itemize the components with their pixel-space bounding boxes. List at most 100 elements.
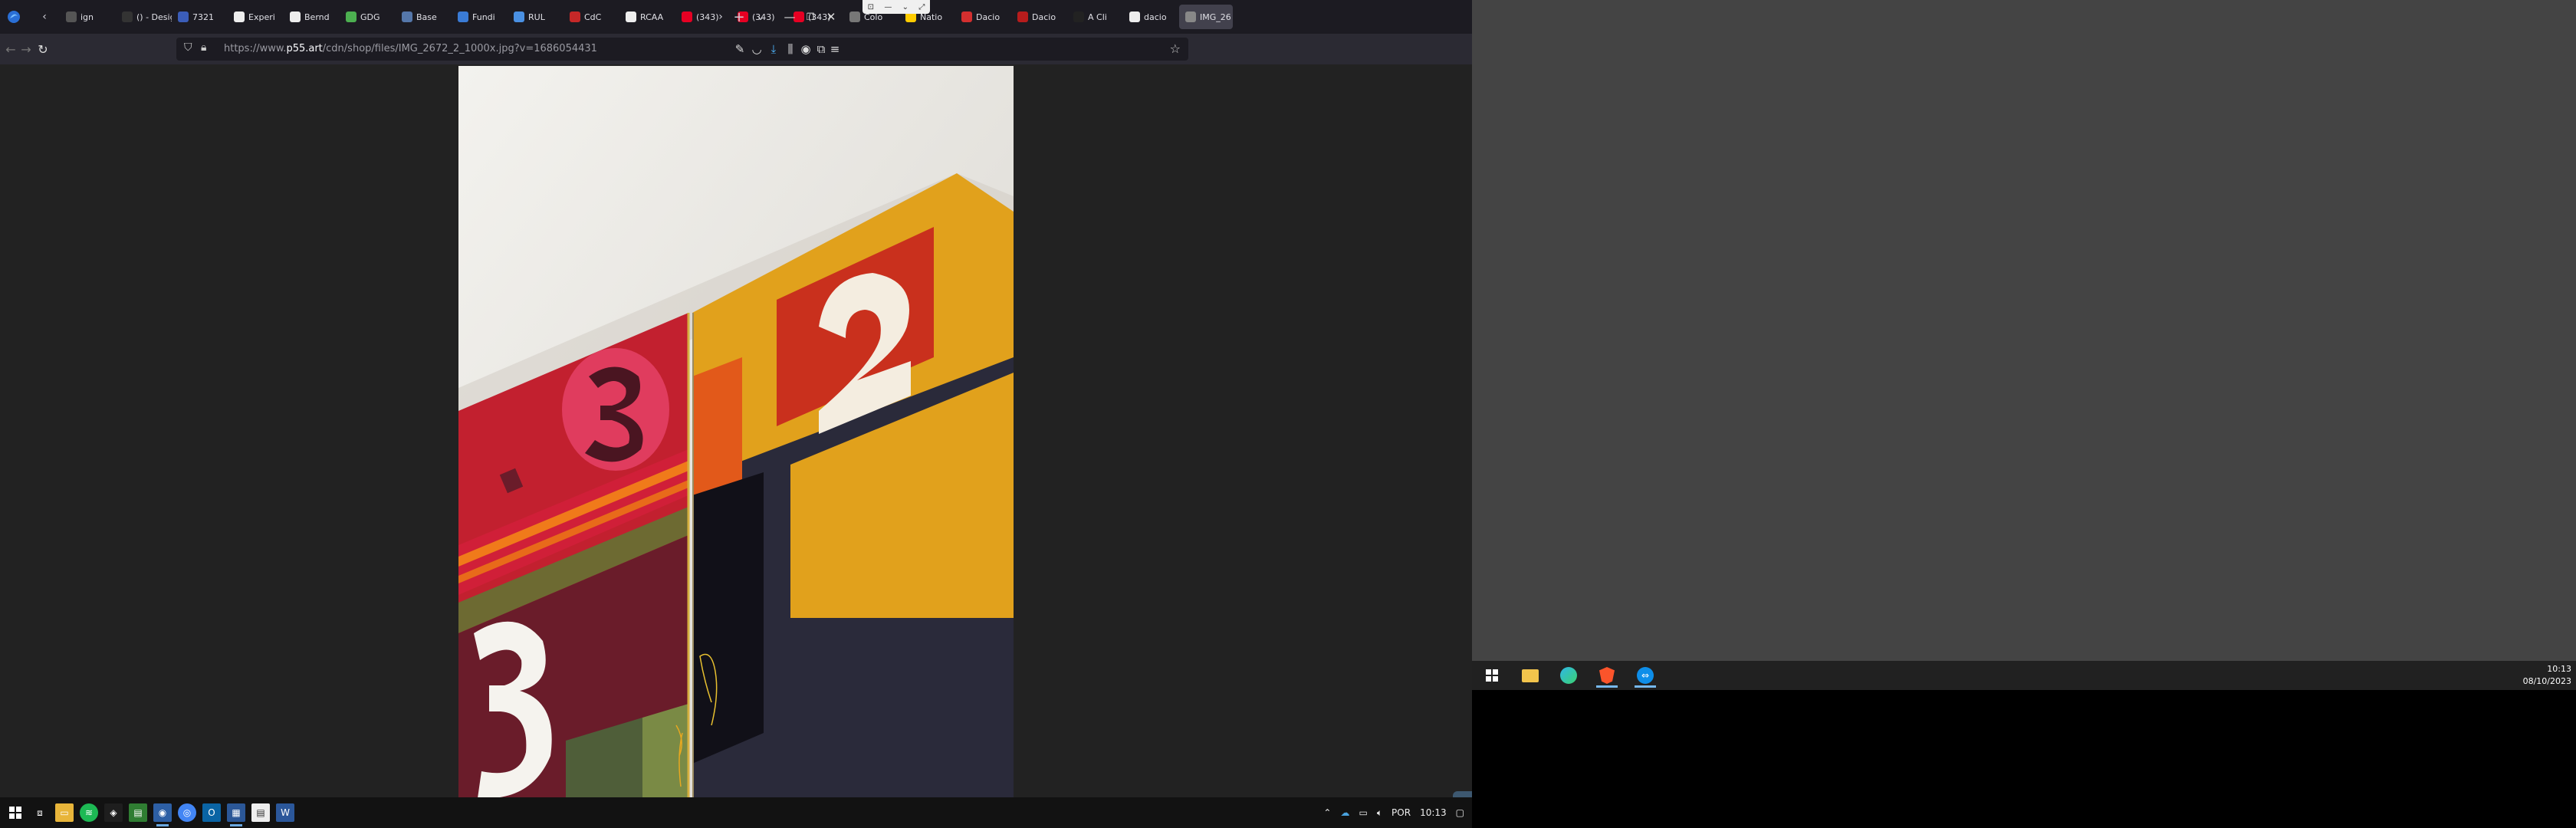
browser-tab[interactable]: Fundi (452, 5, 508, 29)
tracking-shield-icon[interactable]: ⛉ (184, 41, 192, 54)
image-viewer: ⧉ (0, 64, 1472, 825)
image-icon (1185, 12, 1196, 22)
url-text[interactable]: https://www.p55.art/cdn/shop/files/IMG_2… (224, 43, 597, 54)
teamviewer-icon[interactable]: ⇔ (1628, 663, 1662, 688)
browser-tab[interactable]: Base (396, 5, 452, 29)
tab-label: IMG_26 (1200, 12, 1231, 22)
language-indicator[interactable]: POR (1392, 807, 1411, 818)
scroll-tabs-left-icon[interactable]: ‹ (34, 6, 55, 28)
lock-icon[interactable]: 🔒︎ (201, 41, 206, 54)
notifications-icon[interactable]: ▢ (1456, 807, 1464, 818)
time-text: 10:13 (2547, 664, 2571, 674)
browser-tab[interactable]: Bernd (284, 5, 340, 29)
remote-app-icon[interactable]: ▦ (227, 803, 245, 826)
show-hidden-icons-icon[interactable]: ⌃ (1323, 807, 1331, 818)
word-icon[interactable]: W (276, 803, 294, 822)
primary-monitor: ‹ ign () - Design 7321 Experi Bernd GDG Base Fu… (0, 0, 1472, 828)
dacio-icon (1017, 12, 1028, 22)
tab-label: Bernd (304, 12, 330, 22)
edge-icon[interactable] (1552, 663, 1585, 688)
flag-icon (514, 12, 524, 22)
g-icon (234, 12, 245, 22)
rca-icon (626, 12, 636, 22)
browser-tab[interactable]: CdC (564, 5, 619, 29)
browser-tab[interactable]: ign (60, 5, 116, 29)
chevron-down-icon[interactable]: ⌄ (902, 3, 909, 12)
tab-label: ign (80, 12, 94, 22)
tab-label: RCAA (640, 12, 664, 22)
artwork-photo-drawing (458, 66, 1014, 803)
tab-label: Base (416, 12, 437, 22)
spotify-icon[interactable]: ≋ (80, 803, 98, 822)
minimize-pip-icon[interactable]: — (884, 3, 892, 12)
onedrive-icon[interactable]: ☁ (1340, 807, 1349, 818)
close-window-icon[interactable]: ✕ (813, 5, 849, 29)
pinterest-icon (682, 12, 692, 22)
reload-icon[interactable]: ↻ (32, 38, 54, 60)
file-explorer-icon[interactable]: ▭ (55, 803, 74, 822)
wave-icon (458, 12, 468, 22)
taskbar: ⧈ ▭ ≋ ◈ ▤ ◉ ◎ O ▦ ▤ W ⌃ ☁ ▭ 🔈︎ POR 10:13… (0, 797, 1472, 828)
new-tab-icon[interactable]: + (728, 6, 750, 28)
color-icon (849, 12, 860, 22)
browser-tab[interactable]: () - Design (116, 5, 172, 29)
tab-label: () - Design (136, 12, 172, 22)
tab-label: RUL (528, 12, 545, 22)
dacio-icon (961, 12, 972, 22)
tab-label: Fundi (472, 12, 495, 22)
a-icon (1073, 12, 1084, 22)
tab-label: dacio (1144, 12, 1167, 22)
code-icon (122, 12, 133, 22)
window-drag-handle[interactable]: ⊡ — ⌄ ⤢ (863, 0, 930, 14)
browser-tab[interactable]: RUL (508, 5, 564, 29)
navigation-toolbar: ← → ↻ ⛉ 🔒︎ https://www.p55.art/cdn/shop/… (0, 34, 1472, 64)
network-icon[interactable]: ▭ (1359, 807, 1367, 818)
browser-tab[interactable]: Dacio (955, 5, 1011, 29)
browser-tab[interactable]: dacio (1123, 5, 1179, 29)
browser-tab[interactable]: 7321 (172, 5, 228, 29)
date-text: 08/10/2023 (2522, 676, 2571, 686)
tab-list: ign () - Design 7321 Experi Bernd GDG Base Fund… (60, 5, 1233, 29)
tab-label: GDG (360, 12, 380, 22)
menu-icon[interactable]: ≡ (825, 40, 845, 58)
outlook-icon[interactable]: O (202, 803, 221, 822)
browser-tab[interactable]: RCAA (619, 5, 675, 29)
volume-icon[interactable]: 🔈︎ (1377, 807, 1382, 819)
document-icon[interactable]: ▤ (251, 803, 270, 822)
tab-label: 7321 (192, 12, 214, 22)
artwork-photo[interactable] (458, 66, 1014, 803)
g-icon (290, 12, 301, 22)
app-icon[interactable]: ◈ (104, 803, 123, 822)
browser-tab[interactable]: GDG (340, 5, 396, 29)
secondary-monitor: ⇔ 10:13 08/10/2023 (1472, 0, 2576, 828)
green-app-icon[interactable]: ▤ (129, 803, 147, 822)
browser-tab[interactable]: IMG_26✕ (1179, 5, 1233, 29)
tab-label: Dacio (1032, 12, 1056, 22)
secondary-clock[interactable]: 10:13 08/10/2023 (2523, 663, 2571, 688)
brave-icon[interactable] (1590, 663, 1624, 688)
base-icon (402, 12, 412, 22)
url-bar[interactable]: ⛉ 🔒︎ https://www.p55.art/cdn/shop/files/… (176, 38, 1188, 61)
doc-icon (66, 12, 77, 22)
firefox-view-icon[interactable] (3, 6, 25, 28)
clock[interactable]: 10:13 (1420, 807, 1447, 818)
pip-icon[interactable]: ⊡ (868, 3, 874, 12)
tab-label: A Cli (1088, 12, 1107, 22)
browser-tab[interactable]: Dacio (1011, 5, 1067, 29)
tab-label: Dacio (976, 12, 1001, 22)
browser-tab[interactable]: A Cli (1067, 5, 1123, 29)
task-view-icon[interactable]: ⧈ (31, 803, 49, 822)
expand-icon[interactable]: ⤢ (918, 3, 925, 12)
windows-start-icon[interactable] (1475, 663, 1509, 688)
bookmark-star-icon[interactable]: ☆ (1170, 41, 1181, 56)
tab-strip: ‹ ign () - Design 7321 Experi Bernd GDG Base Fu… (0, 0, 1472, 34)
chrome-icon[interactable]: ◎ (178, 803, 196, 822)
firefox-taskbar-icon[interactable]: ◉ (153, 803, 172, 826)
browser-tab[interactable]: Experi (228, 5, 284, 29)
windows-start-icon[interactable] (6, 803, 25, 822)
secondary-taskbar: ⇔ 10:13 08/10/2023 (1472, 661, 2576, 690)
file-explorer-icon[interactable] (1513, 663, 1547, 688)
list-all-tabs-icon[interactable]: ⌄ (750, 6, 771, 28)
tab-label: CdC (584, 12, 602, 22)
g-icon (1129, 12, 1140, 22)
